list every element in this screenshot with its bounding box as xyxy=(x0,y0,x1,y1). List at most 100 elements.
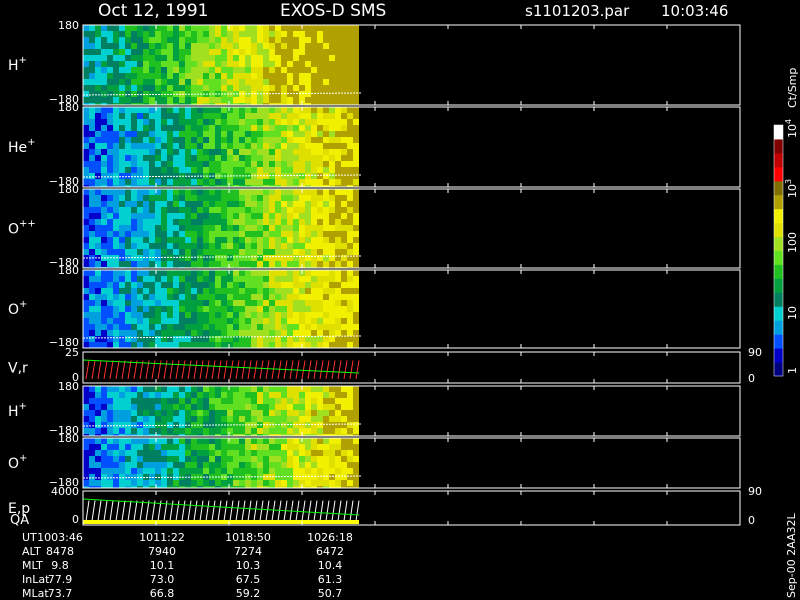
spectrogram-cell xyxy=(221,189,227,195)
spectrogram-cell xyxy=(155,318,161,324)
spectrogram-cell xyxy=(347,49,353,55)
spectrogram-cell xyxy=(233,288,239,294)
spectrogram-cell xyxy=(125,422,131,428)
spectrogram-cell xyxy=(167,207,173,213)
spectrogram-cell xyxy=(215,219,221,225)
spectrogram-cell xyxy=(191,167,197,173)
spectrogram-cell xyxy=(347,213,353,219)
spectrogram-cell xyxy=(173,398,179,404)
spectrogram-cell xyxy=(239,137,245,143)
spectrogram-cell xyxy=(137,416,143,422)
spectrogram-cell xyxy=(83,444,89,450)
spectrogram-cell xyxy=(155,119,161,125)
spectrogram-cell xyxy=(203,155,209,161)
spectrogram-cell xyxy=(293,91,299,97)
spectrogram-cell xyxy=(257,61,263,67)
spectrogram-cell xyxy=(83,195,89,201)
spectrogram-cell xyxy=(113,91,119,97)
spectrogram-cell xyxy=(353,444,359,450)
spectrogram-cell xyxy=(143,97,149,103)
spectrogram-cell xyxy=(95,219,101,225)
spectrogram-cell xyxy=(347,85,353,91)
spectrogram-cell xyxy=(83,294,89,300)
spectrogram-cell xyxy=(335,243,341,249)
spectrogram-cell xyxy=(173,143,179,149)
spectrogram-cell xyxy=(185,438,191,444)
spectrogram-cell xyxy=(119,97,125,103)
spectrogram-cell xyxy=(323,410,329,416)
spectrogram-cell xyxy=(137,249,143,255)
spectrogram-cell xyxy=(143,25,149,31)
spectrogram-cell xyxy=(317,294,323,300)
spectrogram-cell xyxy=(353,404,359,410)
spectrogram-cell xyxy=(203,125,209,131)
spectrogram-cell xyxy=(341,155,347,161)
spectrogram-cell xyxy=(347,131,353,137)
spectrogram-cell xyxy=(185,410,191,416)
spectrogram-cell xyxy=(179,255,185,261)
panel-4: V,r250900 xyxy=(8,346,762,385)
spectrogram-cell xyxy=(209,330,215,336)
spectrogram-cell xyxy=(353,25,359,31)
spectrogram-cell xyxy=(113,207,119,213)
spectrogram-cell xyxy=(227,119,233,125)
spectrogram-cell xyxy=(281,462,287,468)
spectrogram-cell xyxy=(269,416,275,422)
spectrogram-cell xyxy=(173,456,179,462)
spectrogram-cell xyxy=(347,312,353,318)
y-top-label: 180 xyxy=(58,264,79,277)
spectrogram-cell xyxy=(209,73,215,79)
spectrogram-cell xyxy=(251,312,257,318)
spectrogram-cell xyxy=(173,137,179,143)
spectrogram-cell xyxy=(281,31,287,37)
spectrogram-cell xyxy=(257,270,263,276)
spectrogram-cell xyxy=(287,342,293,348)
spectrogram-cell xyxy=(275,167,281,173)
spectrogram-cell xyxy=(89,201,95,207)
y-bottom-label: 0 xyxy=(72,513,79,526)
spectrogram-cell xyxy=(293,179,299,185)
spectrogram-cell xyxy=(311,137,317,143)
spectrogram-cell xyxy=(161,336,167,342)
spectrogram-cell xyxy=(89,410,95,416)
spectrogram-cell xyxy=(197,201,203,207)
spectrogram-cell xyxy=(161,195,167,201)
spectrogram-cell xyxy=(347,276,353,282)
spectrogram-cell xyxy=(251,462,257,468)
spectrogram-cell xyxy=(173,450,179,456)
spectrogram-cell xyxy=(233,113,239,119)
spectrogram-cell xyxy=(257,450,263,456)
spectrogram-cell xyxy=(83,249,89,255)
spectrogram-cell xyxy=(155,195,161,201)
spectrogram-cell xyxy=(317,155,323,161)
spectrogram-cell xyxy=(335,300,341,306)
spectrogram-cell xyxy=(149,243,155,249)
spectrogram-cell xyxy=(143,143,149,149)
spectrogram-cell xyxy=(287,161,293,167)
spectrogram-cell xyxy=(101,31,107,37)
spectrogram-cell xyxy=(173,255,179,261)
spectrogram-cell xyxy=(101,392,107,398)
spectrogram-cell xyxy=(179,49,185,55)
spectrogram-cell xyxy=(251,31,257,37)
spectrogram-cell xyxy=(167,249,173,255)
spectrogram-cell xyxy=(275,161,281,167)
spectrogram-cell xyxy=(107,462,113,468)
spectrogram-cell xyxy=(299,288,305,294)
spectrogram-cell xyxy=(311,97,317,103)
spectrogram-cell xyxy=(269,468,275,474)
spectrogram-cell xyxy=(131,462,137,468)
spectrogram-cell xyxy=(227,237,233,243)
spectrogram-cell xyxy=(191,398,197,404)
spectrogram-cell xyxy=(101,237,107,243)
spectrogram-cell xyxy=(83,231,89,237)
spectrogram-cell xyxy=(101,410,107,416)
spectrogram-cell xyxy=(281,79,287,85)
spectrogram-cell xyxy=(113,107,119,113)
spectrogram-cell xyxy=(203,167,209,173)
orbit-row-name: UT xyxy=(22,531,37,544)
spectrogram-cell xyxy=(197,49,203,55)
spectrogram-cell xyxy=(239,312,245,318)
spectrogram-cell xyxy=(101,444,107,450)
spectrogram-cell xyxy=(107,282,113,288)
